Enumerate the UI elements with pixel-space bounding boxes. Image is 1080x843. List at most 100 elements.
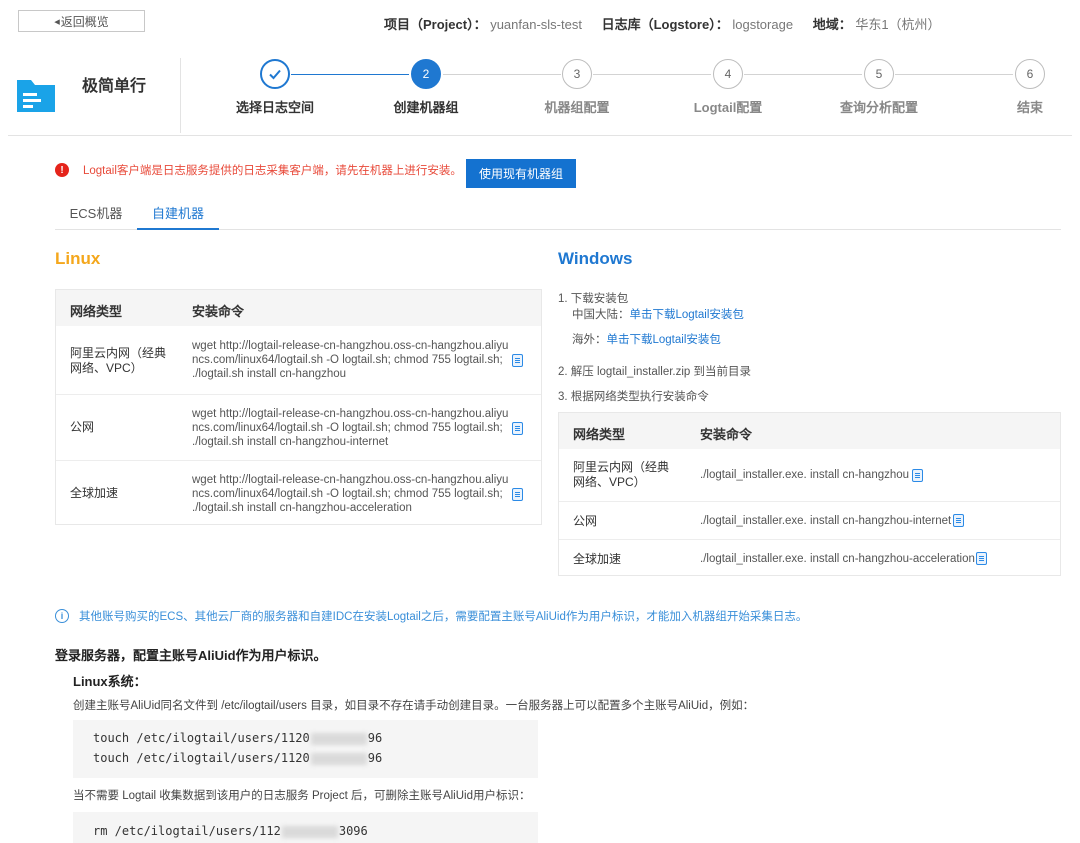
- step-5-circle: 5: [864, 59, 894, 89]
- back-arrow-icon: ◂: [54, 15, 60, 28]
- header-divider: [180, 58, 181, 133]
- network-name: 全球加速: [573, 552, 622, 566]
- linux-instructions: 创建主账号AliUid同名文件到 /etc/ilogtail/users 目录，…: [73, 700, 755, 712]
- table-row: 阿里云内网（经典 网络、VPC） wget http://logtail-rel…: [56, 326, 541, 394]
- install-alert: ! Logtail客户端是日志服务提供的日志采集客户端，请先在机器上进行安装。: [55, 162, 462, 178]
- project-value: yuanfan-sls-test: [490, 17, 582, 32]
- install-command: ./logtail_installer.exe. install cn-hang…: [700, 469, 910, 481]
- overseas-label: 海外：: [572, 334, 607, 346]
- col-install-command: 安装命令: [700, 427, 753, 442]
- project-info-bar: 项目（Project）： yuanfan-sls-test 日志库（Logsto…: [384, 14, 957, 33]
- table-header: 网络类型 安装命令: [56, 290, 541, 326]
- logstore-key: 日志库（Logstore）：: [601, 17, 729, 32]
- copy-icon[interactable]: [512, 488, 523, 501]
- col-network-type: 网络类型: [573, 427, 626, 442]
- install-command: ncs.com/linux64/logtail.sh -O logtail.sh…: [192, 422, 503, 434]
- copy-icon[interactable]: [512, 354, 523, 367]
- windows-install-table: 网络类型 安装命令 阿里云内网（经典 网络、VPC） ./logtail_ins…: [558, 412, 1061, 576]
- step-2-label: 创建机器组: [393, 100, 459, 115]
- col-install-command: 安装命令: [192, 304, 245, 319]
- use-existing-group-button[interactable]: 使用现有机器组: [466, 159, 576, 188]
- project-key: 项目（Project）：: [384, 17, 487, 32]
- windows-section-title: Windows: [558, 249, 633, 268]
- checkmark-icon: [269, 69, 281, 80]
- code-line: touch /etc/ilogtail/users/1120 96: [93, 751, 383, 765]
- alert-text: Logtail客户端是日志服务提供的日志采集客户端，请先在机器上进行安装。: [83, 165, 462, 177]
- copy-icon[interactable]: [953, 514, 964, 527]
- step-4-circle: 4: [713, 59, 743, 89]
- step-5-label: 查询分析配置: [839, 100, 919, 115]
- back-button-label: 返回概览: [60, 14, 109, 29]
- page-title: 极简单行: [82, 78, 147, 95]
- logstore-value: logstorage: [732, 17, 794, 32]
- aliuid-info-notice: i 其他账号购买的ECS、其他云厂商的服务器和自建IDC在安装Logtail之后…: [55, 608, 807, 624]
- install-command: ncs.com/linux64/logtail.sh -O logtail.sh…: [192, 488, 503, 500]
- code-line: rm /etc/ilogtail/users/112 3096: [93, 824, 368, 838]
- step-connector: [291, 74, 409, 75]
- step-3-circle: 3: [562, 59, 592, 89]
- step-4-label: Logtail配置: [693, 100, 763, 115]
- linux-section-title: Linux: [55, 249, 101, 268]
- code-line: touch /etc/ilogtail/users/1120 96: [93, 731, 383, 745]
- install-command: ./logtail_installer.exe. install cn-hang…: [700, 515, 952, 527]
- copy-icon[interactable]: [912, 469, 923, 482]
- step-download: 1. 下载安装包: [558, 293, 629, 305]
- table-row: 公网 wget http://logtail-release-cn-hangzh…: [56, 394, 541, 460]
- network-name: 全球加速: [70, 486, 119, 500]
- install-command: ./logtail.sh install cn-hangzhou-interne…: [192, 436, 389, 448]
- header-bottom-divider: [8, 135, 1072, 136]
- china-download-link[interactable]: 单击下载Logtail安装包: [630, 309, 744, 321]
- tab-self-built[interactable]: 自建机器: [137, 199, 219, 230]
- step-6-label: 结束: [1016, 100, 1044, 115]
- redacted-id: [310, 752, 367, 765]
- table-row: 全球加速 wget http://logtail-release-cn-hang…: [56, 460, 541, 526]
- step-6-circle: 6: [1015, 59, 1045, 89]
- folder-list-icon: [16, 74, 56, 114]
- step-connector: [895, 74, 1013, 75]
- network-name: 网络、VPC）: [70, 361, 143, 375]
- tab-ecs[interactable]: ECS机器: [59, 199, 133, 230]
- region-value: 华东1（杭州）: [855, 17, 941, 32]
- back-to-overview-button[interactable]: ◂ 返回概览: [18, 10, 145, 32]
- install-command: wget http://logtail-release-cn-hangzhou.…: [192, 474, 509, 486]
- info-text: 其他账号购买的ECS、其他云厂商的服务器和自建IDC在安装Logtail之后，需…: [79, 611, 808, 623]
- error-icon: !: [55, 163, 69, 177]
- install-command: ./logtail.sh install cn-hangzhou: [192, 368, 347, 380]
- copy-icon[interactable]: [976, 552, 987, 565]
- linux-system-heading: Linux系统：: [73, 674, 147, 689]
- install-command: wget http://logtail-release-cn-hangzhou.…: [192, 408, 509, 420]
- network-name: 阿里云内网（经典: [70, 346, 167, 360]
- step-connector: [593, 74, 711, 75]
- overseas-download-link[interactable]: 单击下载Logtail安装包: [607, 334, 721, 346]
- table-header: 网络类型 安装命令: [559, 413, 1060, 449]
- step-run-command: 3. 根据网络类型执行安装命令: [558, 391, 709, 403]
- info-icon: i: [55, 609, 69, 623]
- login-heading: 登录服务器，配置主账号AliUid作为用户标识。: [55, 648, 327, 663]
- install-command: ./logtail.sh install cn-hangzhou-acceler…: [192, 502, 412, 514]
- step-connector: [443, 74, 561, 75]
- step-unzip: 2. 解压 logtail_installer.zip 到当前目录: [558, 366, 752, 378]
- network-name: 公网: [573, 514, 598, 528]
- network-name: 阿里云内网（经典: [573, 460, 670, 474]
- network-name: 公网: [70, 420, 95, 434]
- network-name: 网络、VPC）: [573, 475, 646, 489]
- linux-install-table: 网络类型 安装命令 阿里云内网（经典 网络、VPC） wget http://l…: [55, 289, 542, 525]
- table-row: 公网 ./logtail_installer.exe. install cn-h…: [559, 501, 1060, 539]
- redacted-id: [281, 825, 338, 838]
- china-label: 中国大陆：: [572, 309, 630, 321]
- install-command: wget http://logtail-release-cn-hangzhou.…: [192, 340, 509, 352]
- machine-type-tabs: ECS机器 自建机器: [55, 199, 1061, 230]
- install-command: ncs.com/linux64/logtail.sh -O logtail.sh…: [192, 354, 503, 366]
- table-row: 阿里云内网（经典 网络、VPC） ./logtail_installer.exe…: [559, 449, 1060, 501]
- code-block-touch: touch /etc/ilogtail/users/1120 96 touch /…: [73, 720, 538, 778]
- code-block-rm: rm /etc/ilogtail/users/112 3096: [73, 812, 538, 843]
- step-1-circle: [260, 59, 290, 89]
- step-3-label: 机器组配置: [544, 100, 610, 115]
- region-key: 地域：: [812, 17, 852, 32]
- table-row: 全球加速 ./logtail_installer.exe. install cn…: [559, 539, 1060, 577]
- step-1-label: 选择日志空间: [235, 100, 315, 115]
- copy-icon[interactable]: [512, 422, 523, 435]
- col-network-type: 网络类型: [70, 304, 123, 319]
- remove-instructions: 当不需要 Logtail 收集数据到该用户的日志服务 Project 后，可删除…: [73, 790, 531, 802]
- install-command: ./logtail_installer.exe. install cn-hang…: [700, 553, 975, 565]
